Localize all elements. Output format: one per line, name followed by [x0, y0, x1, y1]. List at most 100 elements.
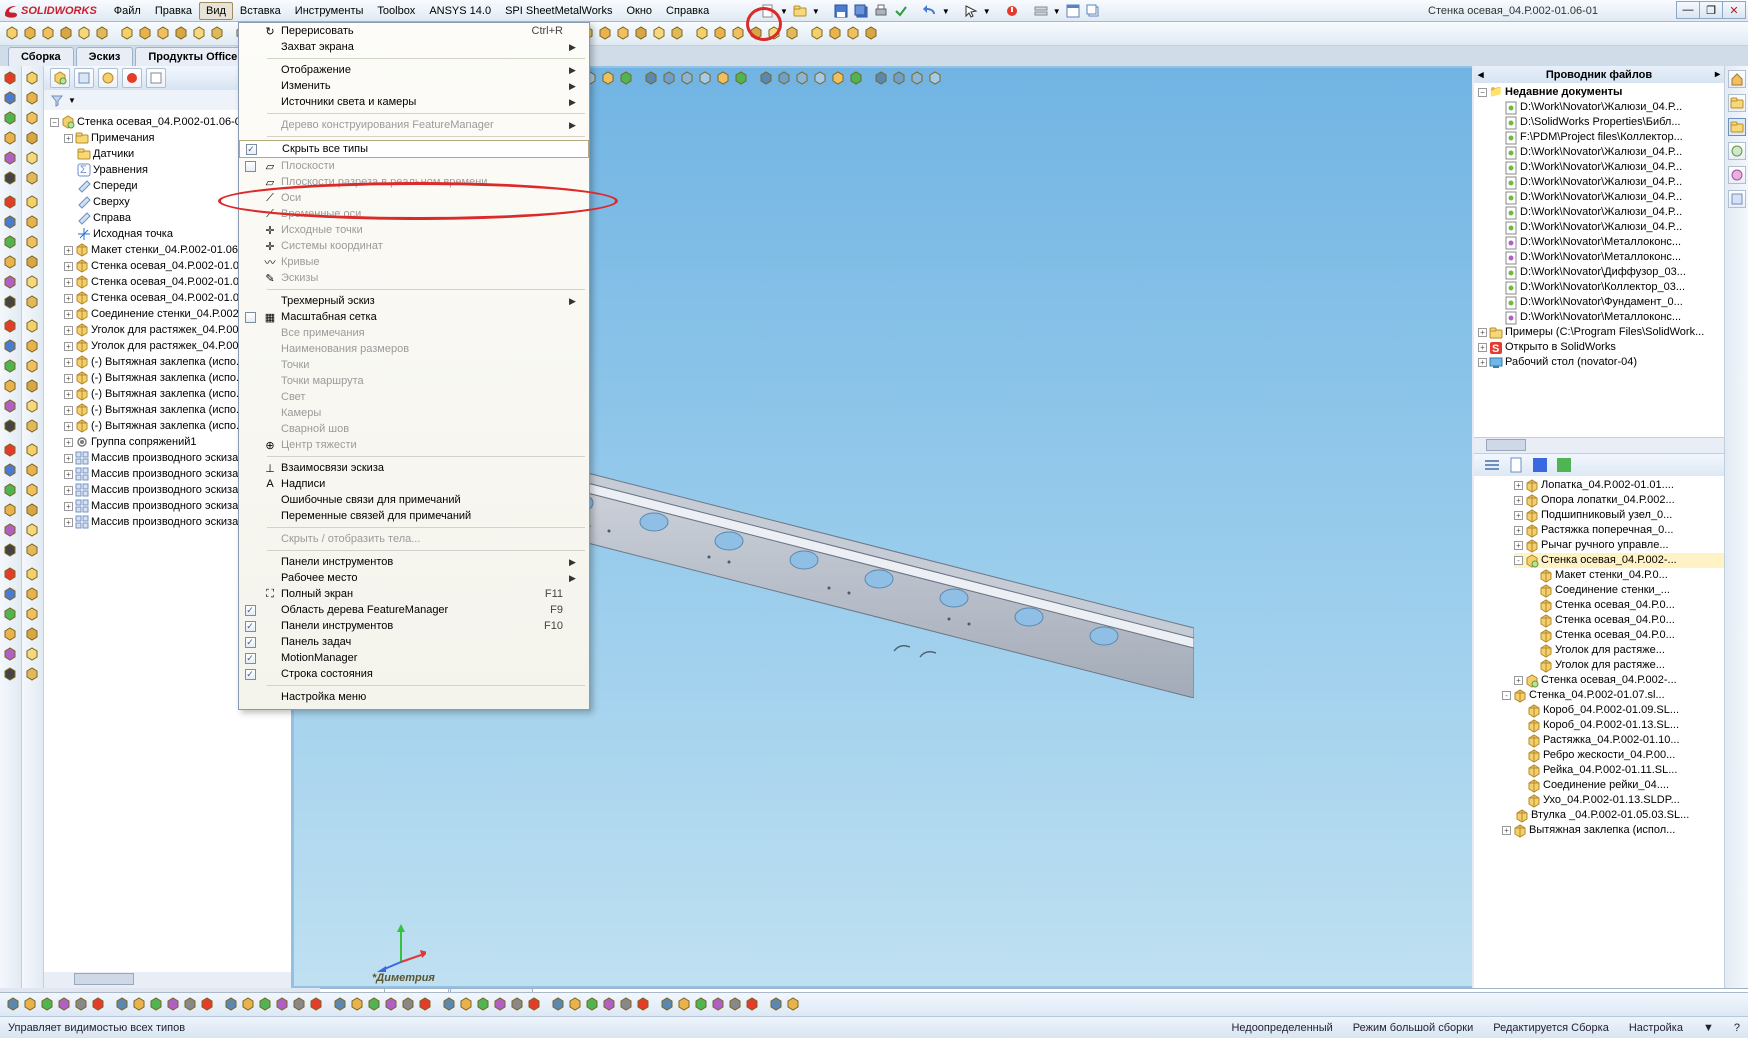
tp-view-icon[interactable] — [1728, 142, 1746, 160]
recent-file[interactable]: D:\Work\Novator\Фундамент_0... — [1504, 295, 1724, 310]
toolbar-icon[interactable] — [25, 566, 41, 582]
open-doc-node[interactable]: Макет стенки_04.Р.0... — [1526, 568, 1724, 583]
toolbar-icon[interactable] — [57, 997, 72, 1012]
toolbar-icon[interactable] — [173, 26, 189, 42]
toolbar-icon[interactable] — [3, 442, 19, 458]
toolbar-icon[interactable] — [258, 997, 273, 1012]
toolbar-icon[interactable] — [58, 26, 74, 42]
menu-item[interactable]: Источники света и камеры▶ — [239, 94, 589, 110]
toolbar-icon[interactable] — [3, 170, 19, 186]
toolbar-icon[interactable] — [3, 378, 19, 394]
toolbar-icon[interactable] — [3, 482, 19, 498]
panel-handle-icon[interactable]: ◂ — [1478, 68, 1484, 81]
rp-h-scrollbar[interactable] — [1474, 438, 1724, 454]
open-doc-node[interactable]: -Стенка осевая_04.Р.002-... — [1514, 553, 1724, 568]
fm-tab-property[interactable] — [74, 68, 94, 88]
fm-tab-tree[interactable] — [50, 68, 70, 88]
toolbar-icon[interactable] — [3, 542, 19, 558]
cmd-tab[interactable]: Продукты Office — [135, 47, 250, 66]
toolbar-icon[interactable] — [694, 26, 710, 42]
recent-file[interactable]: F:\PDM\Project files\Коллектор... — [1504, 130, 1724, 145]
toolbar-icon[interactable] — [25, 234, 41, 250]
toolbar-icon[interactable] — [25, 666, 41, 682]
saveall-icon[interactable] — [853, 3, 869, 19]
toolbar-icon[interactable] — [510, 997, 525, 1012]
recent-file[interactable]: D:\Work\Novator\Диффузор_03... — [1504, 265, 1724, 280]
toolbar-icon[interactable] — [25, 274, 41, 290]
menu-item[interactable]: Отображение▶ — [239, 62, 589, 78]
view-green-icon[interactable] — [1556, 457, 1572, 473]
toolbar-icon[interactable] — [3, 234, 19, 250]
toolbar-icon[interactable] — [661, 70, 677, 86]
open-doc-node[interactable]: Ухо_04.Р.002-01.13.SLDP... — [1514, 793, 1724, 808]
toolbar-icon[interactable] — [3, 606, 19, 622]
toolbar-icon[interactable] — [809, 26, 825, 42]
open-doc-node[interactable]: +Лопатка_04.Р.002-01.01.... — [1514, 478, 1724, 493]
toolbar-icon[interactable] — [119, 26, 135, 42]
toolbar-icon[interactable] — [715, 70, 731, 86]
toolbar-icon[interactable] — [384, 997, 399, 1012]
toolbar-icon[interactable] — [6, 997, 21, 1012]
toolbar-icon[interactable] — [91, 997, 106, 1012]
toolbar-icon[interactable] — [25, 442, 41, 458]
toolbar-icon[interactable] — [677, 997, 692, 1012]
toolbar-icon[interactable] — [3, 90, 19, 106]
toolbar-icon[interactable] — [166, 997, 181, 1012]
toolbar-icon[interactable] — [25, 110, 41, 126]
toolbar-icon[interactable] — [3, 150, 19, 166]
new-doc-icon[interactable] — [760, 3, 776, 19]
menu-item[interactable]: AНадписи — [239, 476, 589, 492]
recent-file[interactable]: D:\SolidWorks Properties\Библ... — [1504, 115, 1724, 130]
menu-инструменты[interactable]: Инструменты — [288, 2, 371, 20]
toolbar-icon[interactable] — [784, 26, 800, 42]
toolbar-icon[interactable] — [25, 214, 41, 230]
fm-tab-config[interactable] — [98, 68, 118, 88]
fm-tab-extra[interactable] — [146, 68, 166, 88]
toolbar-icon[interactable] — [730, 26, 746, 42]
open-doc-node[interactable]: Соединение рейки_04.... — [1514, 778, 1724, 793]
explorer-node[interactable]: +Открыто в SolidWorks — [1478, 340, 1724, 355]
toolbar-icon[interactable] — [728, 997, 743, 1012]
toolbar-icon[interactable] — [25, 418, 41, 434]
status-help-icon[interactable]: ? — [1734, 1022, 1740, 1034]
toolbar-icon[interactable] — [25, 398, 41, 414]
toolbar-icon[interactable] — [442, 997, 457, 1012]
menu-item[interactable]: Ошибочные связи для примечаний — [239, 492, 589, 508]
standard-toolbar[interactable]: ▼ ▼ ▼ ▼ ▼ — [760, 2, 1101, 20]
print-icon[interactable] — [873, 3, 889, 19]
fm-tab-display[interactable] — [122, 68, 142, 88]
toolbar-icon[interactable] — [615, 26, 631, 42]
toolbar-icon[interactable] — [812, 70, 828, 86]
toolbar-icon[interactable] — [94, 26, 110, 42]
toolbar-icon[interactable] — [766, 26, 782, 42]
toolbar-icon[interactable] — [873, 70, 889, 86]
toolbar-icon[interactable] — [745, 997, 760, 1012]
toolbar-icon[interactable] — [149, 997, 164, 1012]
tp-explorer-icon[interactable] — [1728, 118, 1746, 136]
open-doc-node[interactable]: Ребро жескости_04.Р.00... — [1514, 748, 1724, 763]
toolbar-icon[interactable] — [25, 606, 41, 622]
toolbar-icon[interactable] — [191, 26, 207, 42]
toolbar-icon[interactable] — [76, 26, 92, 42]
toolbar-icon[interactable] — [476, 997, 491, 1012]
toolbar-icon[interactable] — [3, 70, 19, 86]
menu-spi sheetmetalworks[interactable]: SPI SheetMetalWorks — [498, 2, 619, 20]
tp-appearance-icon[interactable] — [1728, 166, 1746, 184]
menu-item[interactable]: Переменные связей для примечаний — [239, 508, 589, 524]
recent-file[interactable]: D:\Work\Novator\Металлоконс... — [1504, 250, 1724, 265]
toolbar-icon[interactable] — [651, 26, 667, 42]
toolbar-icon[interactable] — [863, 26, 879, 42]
menu-item[interactable]: Панели инструментов▶ — [239, 554, 589, 570]
toolbar-icon[interactable] — [25, 254, 41, 270]
undo-icon[interactable] — [922, 3, 938, 19]
toolbar-icon[interactable] — [3, 462, 19, 478]
open-doc-node[interactable]: +Стенка осевая_04.Р.002-... — [1514, 673, 1724, 688]
toolbar-icon[interactable] — [224, 997, 239, 1012]
panel-pin-icon[interactable]: ▸ — [1715, 69, 1720, 80]
toolbar-icon[interactable] — [4, 26, 20, 42]
toolbar-icon[interactable] — [3, 338, 19, 354]
toolbar-icon[interactable] — [25, 150, 41, 166]
menu-item[interactable]: ⛶Полный экранF11 — [239, 586, 589, 602]
toolbar-icon[interactable] — [827, 26, 843, 42]
menu-item[interactable]: ⊥Взаимосвязи эскиза — [239, 460, 589, 476]
